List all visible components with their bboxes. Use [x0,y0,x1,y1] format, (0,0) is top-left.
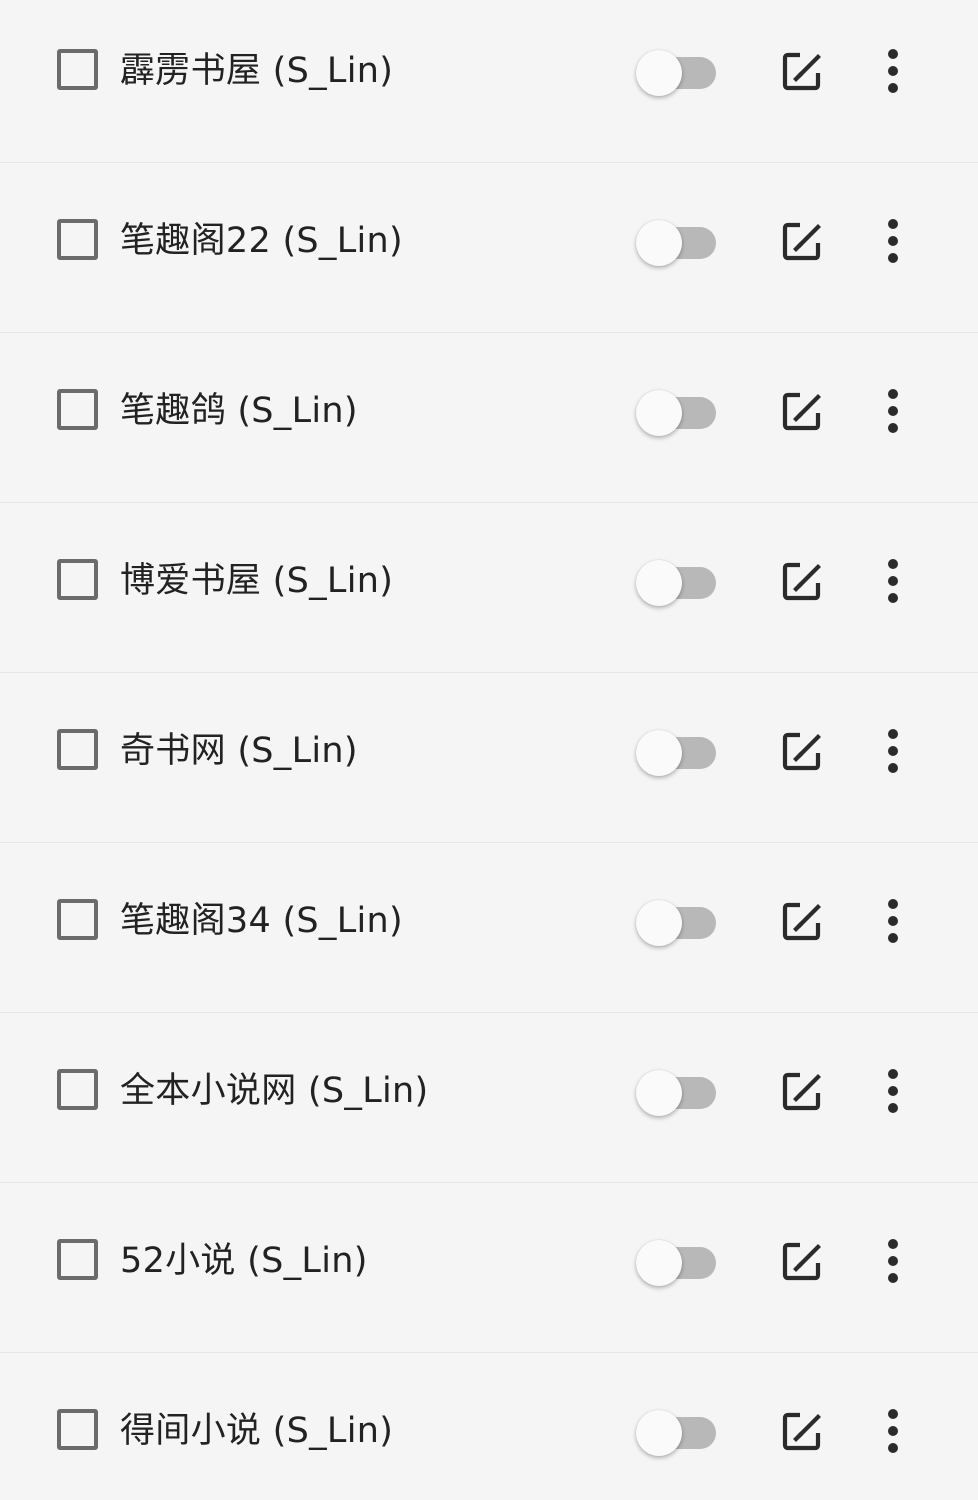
checkbox-icon[interactable] [57,1069,98,1110]
toggle-thumb [636,1410,682,1456]
toggle-thumb [636,390,682,436]
checkbox-icon[interactable] [57,389,98,430]
source-name-label: 霹雳书屋 (S_Lin) [120,51,394,91]
source-name-label: 52小说 (S_Lin) [120,1241,368,1281]
more-vert-icon[interactable] [868,557,918,605]
list-item[interactable]: 笔趣阁22 (S_Lin) [0,163,978,333]
list-item[interactable]: 霹雳书屋 (S_Lin) [0,0,978,163]
edit-icon[interactable] [778,557,826,605]
source-name-label: 奇书网 (S_Lin) [120,731,358,771]
edit-icon[interactable] [778,217,826,265]
toggle-thumb [636,220,682,266]
more-vert-icon[interactable] [868,727,918,775]
source-name-label: 笔趣阁34 (S_Lin) [120,901,403,941]
enable-toggle[interactable] [636,1237,720,1289]
checkbox-icon[interactable] [57,1409,98,1450]
more-vert-icon[interactable] [868,387,918,435]
toggle-thumb [636,1070,682,1116]
source-name-label: 笔趣鸽 (S_Lin) [120,391,358,431]
more-vert-icon[interactable] [868,1067,918,1115]
checkbox-icon[interactable] [57,219,98,260]
checkbox-icon[interactable] [57,559,98,600]
edit-icon[interactable] [778,387,826,435]
checkbox-icon[interactable] [57,1239,98,1280]
checkbox-icon[interactable] [57,729,98,770]
list-item[interactable]: 博爱书屋 (S_Lin) [0,503,978,673]
enable-toggle[interactable] [636,387,720,439]
source-name-label: 笔趣阁22 (S_Lin) [120,221,403,261]
list-item[interactable]: 奇书网 (S_Lin) [0,673,978,843]
checkbox-icon[interactable] [57,899,98,940]
enable-toggle[interactable] [636,1067,720,1119]
toggle-thumb [636,1240,682,1286]
enable-toggle[interactable] [636,897,720,949]
edit-icon[interactable] [778,897,826,945]
enable-toggle[interactable] [636,557,720,609]
edit-icon[interactable] [778,727,826,775]
toggle-thumb [636,900,682,946]
list-item[interactable]: 52小说 (S_Lin) [0,1183,978,1353]
more-vert-icon[interactable] [868,217,918,265]
toggle-thumb [636,730,682,776]
list-item[interactable]: 笔趣鸽 (S_Lin) [0,333,978,503]
source-name-label: 全本小说网 (S_Lin) [120,1071,429,1111]
list-item[interactable]: 笔趣阁34 (S_Lin) [0,843,978,1013]
enable-toggle[interactable] [636,217,720,269]
more-vert-icon[interactable] [868,1407,918,1455]
list-item[interactable]: 得间小说 (S_Lin) [0,1353,978,1500]
edit-icon[interactable] [778,47,826,95]
edit-icon[interactable] [778,1067,826,1115]
source-name-label: 博爱书屋 (S_Lin) [120,561,394,601]
source-list: 霹雳书屋 (S_Lin) 笔趣阁22 (S_Lin) 笔趣鸽 (S_Lin) 博… [0,0,978,1500]
enable-toggle[interactable] [636,727,720,779]
edit-icon[interactable] [778,1237,826,1285]
enable-toggle[interactable] [636,47,720,99]
enable-toggle[interactable] [636,1407,720,1459]
list-item[interactable]: 全本小说网 (S_Lin) [0,1013,978,1183]
edit-icon[interactable] [778,1407,826,1455]
toggle-thumb [636,50,682,96]
more-vert-icon[interactable] [868,47,918,95]
source-name-label: 得间小说 (S_Lin) [120,1411,394,1451]
toggle-thumb [636,560,682,606]
more-vert-icon[interactable] [868,897,918,945]
checkbox-icon[interactable] [57,49,98,90]
more-vert-icon[interactable] [868,1237,918,1285]
